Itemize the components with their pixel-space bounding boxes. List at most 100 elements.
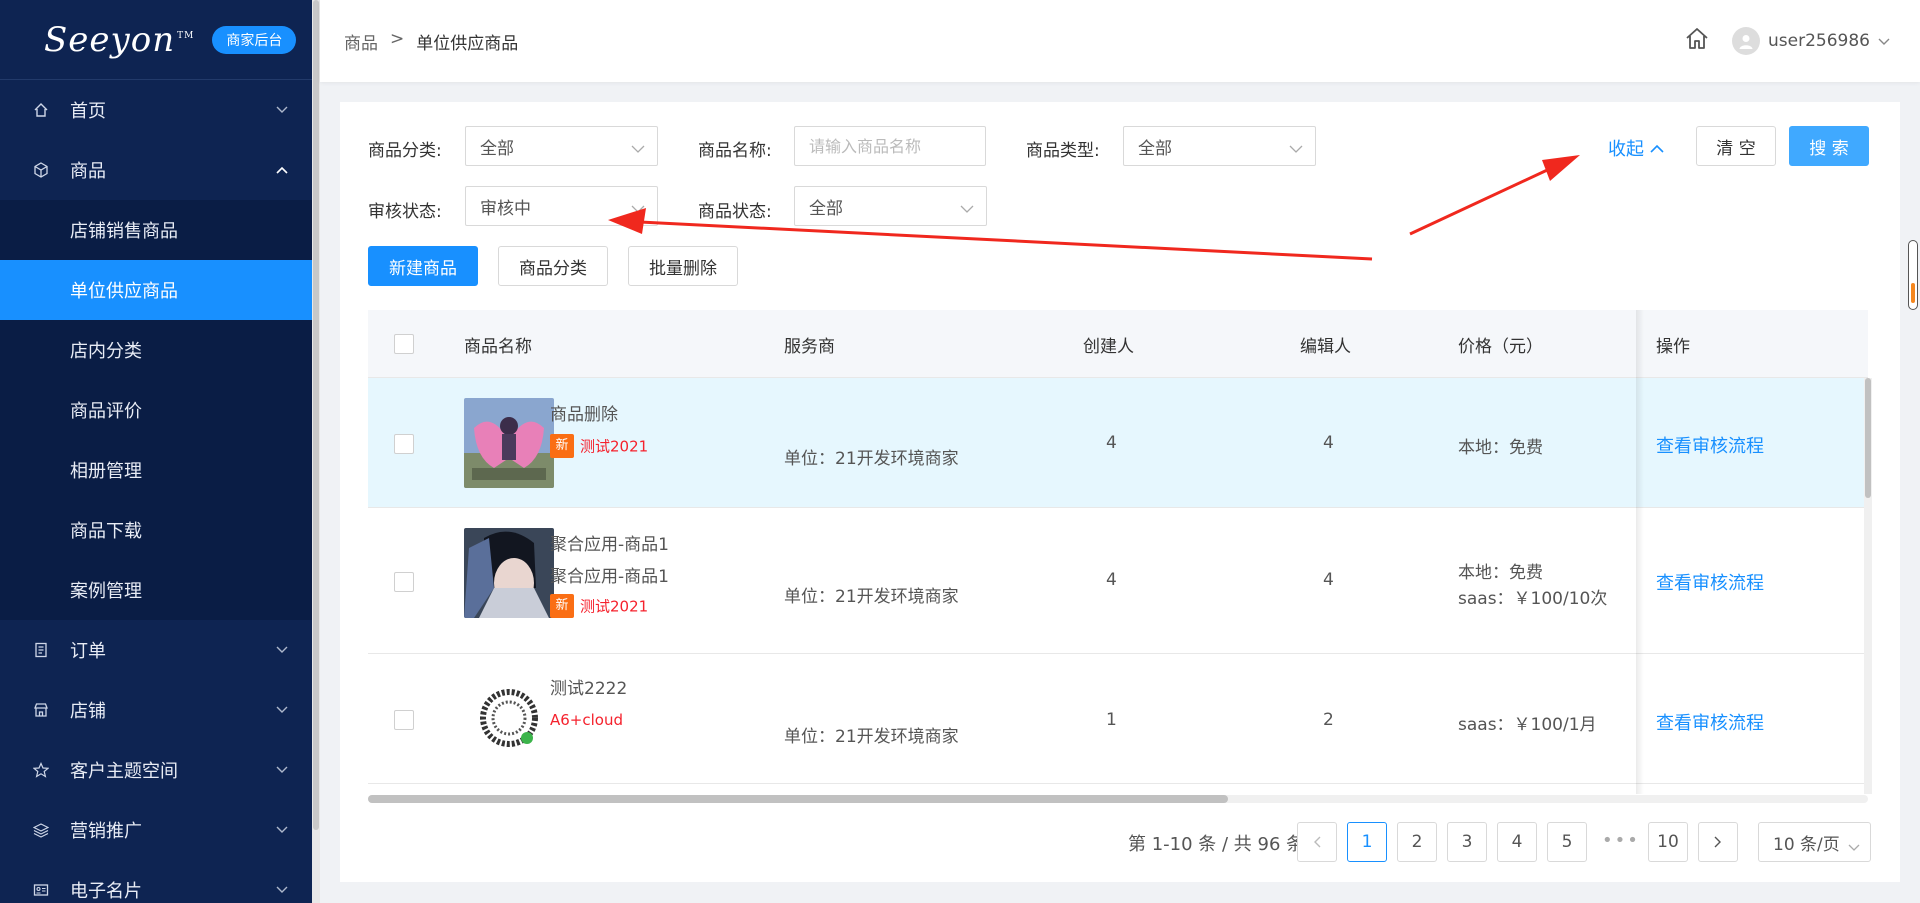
editor-cell: 4	[1323, 570, 1334, 590]
sidebar-item-customer-space[interactable]: 客户主题空间	[0, 740, 312, 800]
sidebar-item-business-card[interactable]: 电子名片	[0, 860, 312, 903]
breadcrumb: 商品 > 单位供应商品	[344, 29, 518, 54]
sidebar-subitem-unit-supply[interactable]: 单位供应商品	[0, 260, 312, 320]
sidebar-subitem-store-products[interactable]: 店铺销售商品	[0, 200, 312, 260]
page-scrollbar[interactable]	[1908, 240, 1918, 310]
store-icon	[32, 701, 50, 719]
col-header-name: 商品名称	[464, 336, 532, 357]
product-category-button[interactable]: 商品分类	[498, 246, 608, 286]
sidebar-item-marketing[interactable]: 营销推广	[0, 800, 312, 860]
top-header: 商品 > 单位供应商品 user256986	[320, 0, 1920, 82]
table-horizontal-scrollbar[interactable]	[368, 795, 1868, 803]
row-checkbox[interactable]	[394, 710, 414, 730]
row-checkbox[interactable]	[394, 572, 414, 592]
view-audit-flow-link[interactable]: 查看审核流程	[1656, 569, 1764, 595]
pagination-total: 第 1-10 条 / 共 96 条	[1128, 834, 1305, 855]
chevron-up-icon	[276, 163, 288, 177]
seeyon-logo[interactable]: Seeyon TM	[44, 20, 194, 60]
sidebar-item-label: 营销推广	[70, 821, 142, 842]
products-submenu: 店铺销售商品 单位供应商品 店内分类 商品评价 相册管理 商品下载 案例管理	[0, 200, 312, 620]
select-all-checkbox[interactable]	[394, 334, 414, 354]
batch-delete-button[interactable]: 批量删除	[628, 246, 738, 286]
view-audit-flow-link[interactable]: 查看审核流程	[1656, 709, 1764, 735]
brand-text: Seeyon	[44, 19, 176, 60]
product-status-value: 全部	[809, 198, 843, 219]
sidebar-subitem-reviews[interactable]: 商品评价	[0, 380, 312, 440]
breadcrumb-products[interactable]: 商品	[344, 29, 378, 54]
pagination-page-3[interactable]: 3	[1447, 822, 1487, 862]
name-filter-label: 商品名称:	[698, 141, 772, 161]
home-icon	[32, 101, 50, 119]
user-menu[interactable]: user256986	[1732, 27, 1890, 55]
sidebar-subitem-albums[interactable]: 相册管理	[0, 440, 312, 500]
star-icon	[32, 761, 50, 779]
order-icon	[32, 641, 50, 659]
chevron-down-icon	[631, 199, 645, 219]
product-name: 商品删除	[550, 405, 618, 425]
chevron-down-icon	[960, 199, 974, 219]
pagination-page-2[interactable]: 2	[1397, 822, 1437, 862]
home-icon[interactable]	[1684, 26, 1710, 57]
editor-cell: 2	[1323, 710, 1334, 730]
table-vscroll-thumb[interactable]	[1865, 378, 1871, 498]
layers-icon	[32, 821, 50, 839]
col-header-provider: 服务商	[784, 336, 835, 357]
sidebar-scroll-thumb[interactable]	[313, 0, 319, 830]
audit-status-select[interactable]: 审核中	[465, 186, 658, 226]
product-status-select[interactable]: 全部	[794, 186, 987, 226]
content-card: 商品分类: 全部 商品名称: 商品类型: 全部 收起 清 空 搜 索 审核状态:…	[340, 102, 1900, 882]
collapse-label: 收起	[1608, 139, 1644, 160]
table-hscroll-thumb[interactable]	[368, 795, 1228, 803]
sidebar-subitem-store-category[interactable]: 店内分类	[0, 320, 312, 380]
sidebar: Seeyon TM 商家后台 首页 商品 店铺销售商品 单位供应商品 店内分类 商…	[0, 0, 312, 903]
sidebar-item-orders[interactable]: 订单	[0, 620, 312, 680]
pagination-page-4[interactable]: 4	[1497, 822, 1537, 862]
new-product-button[interactable]: 新建商品	[368, 246, 478, 286]
product-name-secondary: 聚合应用-商品1	[550, 567, 669, 587]
category-select-value: 全部	[480, 138, 514, 159]
pagination-prev[interactable]	[1297, 822, 1337, 862]
search-button[interactable]: 搜 索	[1789, 126, 1869, 166]
chevron-down-icon	[631, 139, 645, 159]
clear-button[interactable]: 清 空	[1696, 126, 1776, 166]
pagination-ellipsis[interactable]: •••	[1602, 830, 1640, 851]
product-tags: 新测试2021	[550, 434, 648, 458]
price-cell: 本地：免费	[1458, 563, 1543, 583]
table-vertical-scrollbar[interactable]	[1864, 378, 1872, 794]
pagination-page-last[interactable]: 10	[1648, 822, 1688, 862]
pagination-page-1[interactable]: 1	[1347, 822, 1387, 862]
cube-icon	[32, 161, 50, 179]
view-audit-flow-link[interactable]: 查看审核流程	[1656, 432, 1764, 458]
card-icon	[32, 881, 50, 899]
pagination-page-5[interactable]: 5	[1547, 822, 1587, 862]
product-tag-text: 测试2021	[580, 597, 649, 616]
type-select[interactable]: 全部	[1123, 126, 1316, 166]
breadcrumb-separator: >	[390, 28, 405, 49]
product-tags: A6+cloud	[550, 710, 623, 730]
sidebar-scrollbar[interactable]	[312, 0, 320, 903]
new-tag: 新	[550, 434, 574, 458]
product-thumbnail[interactable]	[464, 398, 554, 488]
creator-cell: 4	[1106, 570, 1117, 590]
col-header-ops: 操作	[1656, 336, 1690, 357]
collapse-filters-link[interactable]: 收起	[1608, 135, 1664, 161]
chevron-down-icon	[1848, 837, 1860, 857]
sidebar-item-home[interactable]: 首页	[0, 80, 312, 140]
category-select[interactable]: 全部	[465, 126, 658, 166]
sidebar-subitem-cases[interactable]: 案例管理	[0, 560, 312, 620]
sidebar-item-store[interactable]: 店铺	[0, 680, 312, 740]
product-name-input[interactable]	[794, 126, 986, 166]
page-size-select[interactable]: 10 条/页	[1758, 822, 1871, 862]
product-thumbnail[interactable]	[464, 672, 554, 762]
chevron-down-icon	[276, 883, 288, 897]
product-thumbnail[interactable]	[464, 528, 554, 618]
page-scroll-thumb[interactable]	[1911, 283, 1915, 303]
sidebar-item-products[interactable]: 商品	[0, 140, 312, 200]
sidebar-item-label: 客户主题空间	[70, 761, 178, 782]
sidebar-subitem-download[interactable]: 商品下载	[0, 500, 312, 560]
category-filter-label: 商品分类:	[368, 141, 442, 161]
creator-cell: 1	[1106, 710, 1117, 730]
row-checkbox[interactable]	[394, 434, 414, 454]
pagination-next[interactable]	[1698, 822, 1738, 862]
product-name: 测试2222	[550, 679, 628, 699]
